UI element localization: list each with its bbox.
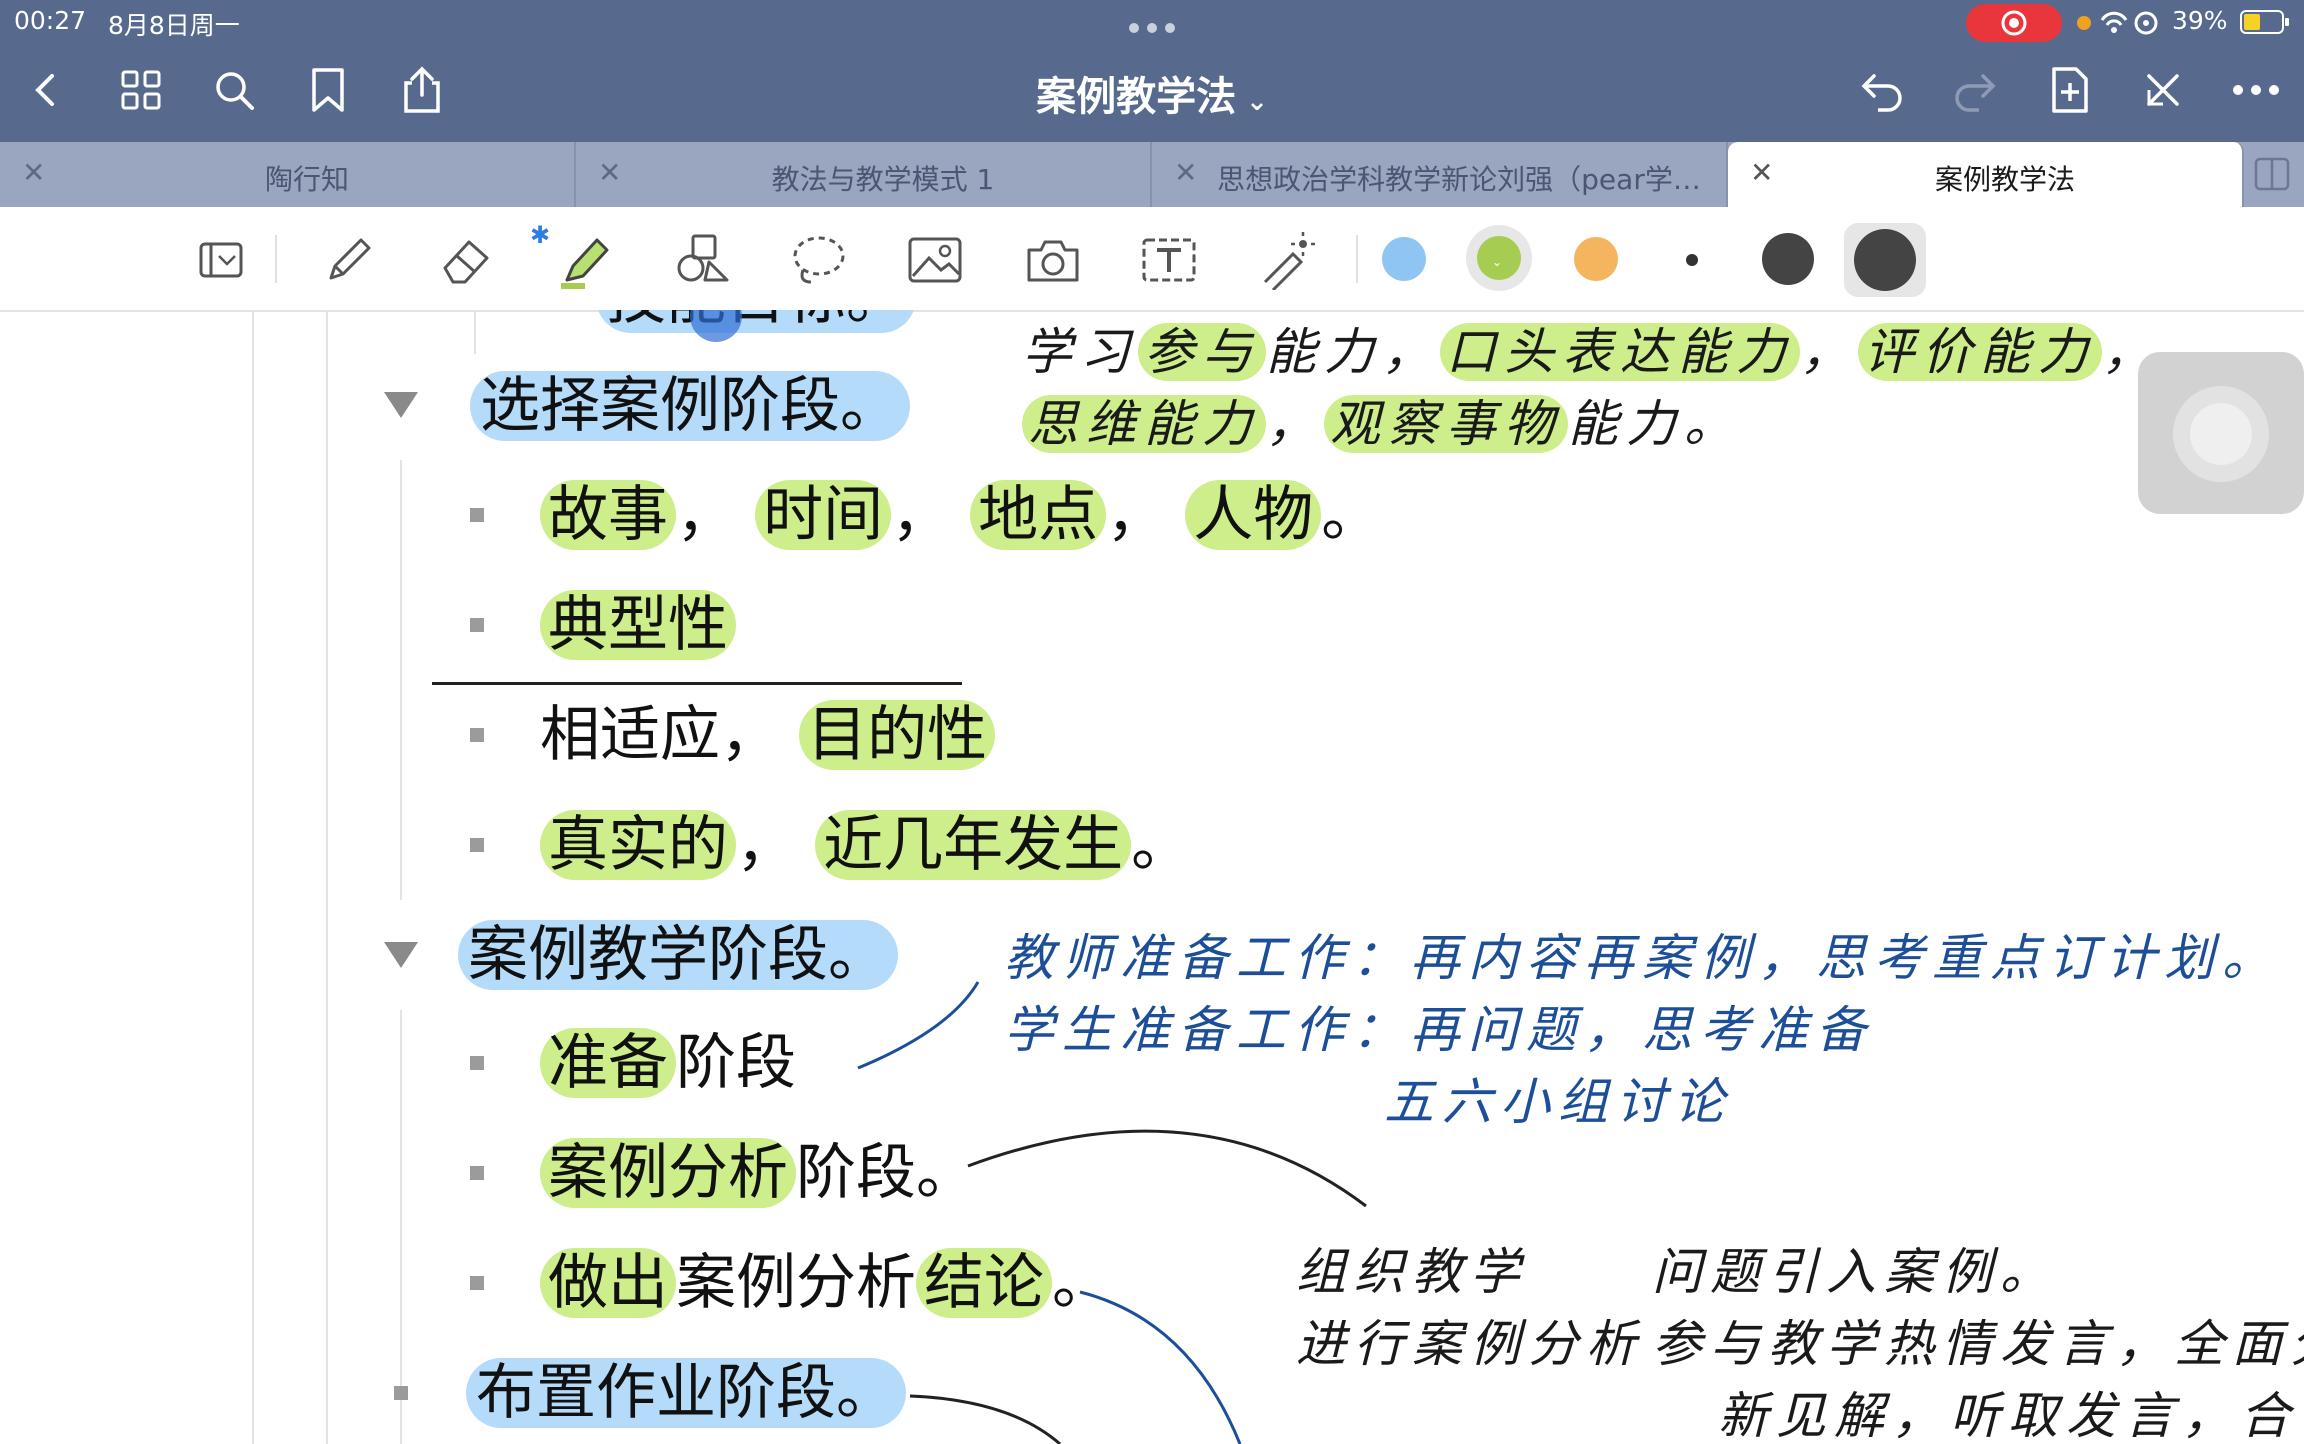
tab-politics-education[interactable]: ✕ 思想政治学科教学新论刘强（pear学…: [1152, 142, 1728, 207]
assistive-touch-core: [2190, 403, 2252, 465]
document-title: 案例教学法: [1036, 74, 1237, 120]
stroke-size-small[interactable]: [1686, 254, 1698, 266]
color-swatch-blue[interactable]: [1382, 237, 1426, 281]
toolbar-divider: [1356, 235, 1358, 283]
close-fullscreen-icon[interactable]: [2133, 60, 2193, 120]
status-date: 8月8日周一: [108, 11, 240, 40]
color-swatch-orange[interactable]: [1574, 237, 1618, 281]
connector-line: [1079, 1290, 1242, 1444]
stroke-size-large-dot: [1854, 229, 1916, 291]
redo-icon[interactable]: [1945, 60, 2005, 120]
close-tab-icon[interactable]: ✕: [598, 156, 621, 189]
battery-percent: 39%: [2172, 6, 2228, 35]
battery-icon: [2240, 10, 2292, 34]
screen-recording-indicator[interactable]: [1966, 4, 2062, 42]
split-view-icon[interactable]: [2254, 156, 2290, 192]
connector-line: [909, 1394, 1061, 1444]
tab-label: 教法与教学模式 1: [771, 163, 995, 196]
close-tab-icon[interactable]: ✕: [22, 156, 45, 189]
lasso-icon[interactable]: [786, 227, 852, 293]
status-icons: [2074, 6, 2164, 40]
shapes-icon[interactable]: [670, 227, 736, 293]
undo-icon[interactable]: [1852, 60, 1912, 120]
color-swatch-green-selected[interactable]: ⌄: [1466, 225, 1532, 291]
more-icon[interactable]: [2226, 60, 2286, 120]
stroke-size-large-selected[interactable]: [1844, 223, 1926, 297]
close-tab-icon[interactable]: ✕: [1174, 156, 1197, 189]
connector-line: [967, 1129, 1367, 1208]
note-canvas[interactable]: 技能目标。 选择案例阶段。 故事， 时间， 地点， 人物。 典型性 相适应， 目…: [0, 310, 2304, 1444]
close-tab-icon[interactable]: ✕: [1750, 156, 1773, 189]
tab-label: 思想政治学科教学新论刘强（pear学…: [1217, 163, 1701, 196]
tab-teaching-methods[interactable]: ✕ 教法与教学模式 1: [576, 142, 1152, 207]
hand-drawn-connectors: [857, 981, 1367, 1444]
tab-taoxingzhi[interactable]: ✕ 陶行知: [0, 142, 576, 207]
app-header: 00:27 8月8日周一 39% 案例教学法 ⌄: [0, 0, 2304, 142]
pen-icon[interactable]: [316, 227, 382, 293]
add-page-icon[interactable]: [2040, 60, 2100, 120]
bluetooth-icon: ✱: [530, 221, 551, 249]
chevron-down-icon: ⌄: [1492, 255, 1503, 269]
toolbar-divider: [275, 235, 277, 283]
status-time: 00:27: [14, 6, 87, 35]
tab-label: 陶行知: [264, 163, 349, 196]
connector-line: [857, 981, 980, 1070]
drawing-toolbar: ✱ ⌄: [0, 207, 2304, 312]
stroke-size-medium[interactable]: [1762, 233, 1814, 285]
chevron-down-icon: ⌄: [1246, 87, 1268, 117]
camera-icon[interactable]: [1020, 227, 1086, 293]
multitask-dots-icon[interactable]: [1128, 20, 1176, 34]
text-icon[interactable]: [1136, 227, 1202, 293]
highlighter-icon[interactable]: [552, 227, 618, 293]
reader-icon[interactable]: [188, 227, 254, 293]
image-icon[interactable]: [902, 227, 968, 293]
laser-pointer-icon[interactable]: [1254, 227, 1320, 293]
tab-label: 案例教学法: [1934, 163, 2075, 196]
tab-bar: ✕ 陶行知 ✕ 教法与教学模式 1 ✕ 思想政治学科教学新论刘强（pear学… …: [0, 142, 2304, 207]
eraser-icon[interactable]: [434, 227, 500, 293]
assistive-touch-button[interactable]: [2138, 352, 2304, 514]
tab-case-teaching[interactable]: ✕ 案例教学法: [1728, 142, 2244, 207]
